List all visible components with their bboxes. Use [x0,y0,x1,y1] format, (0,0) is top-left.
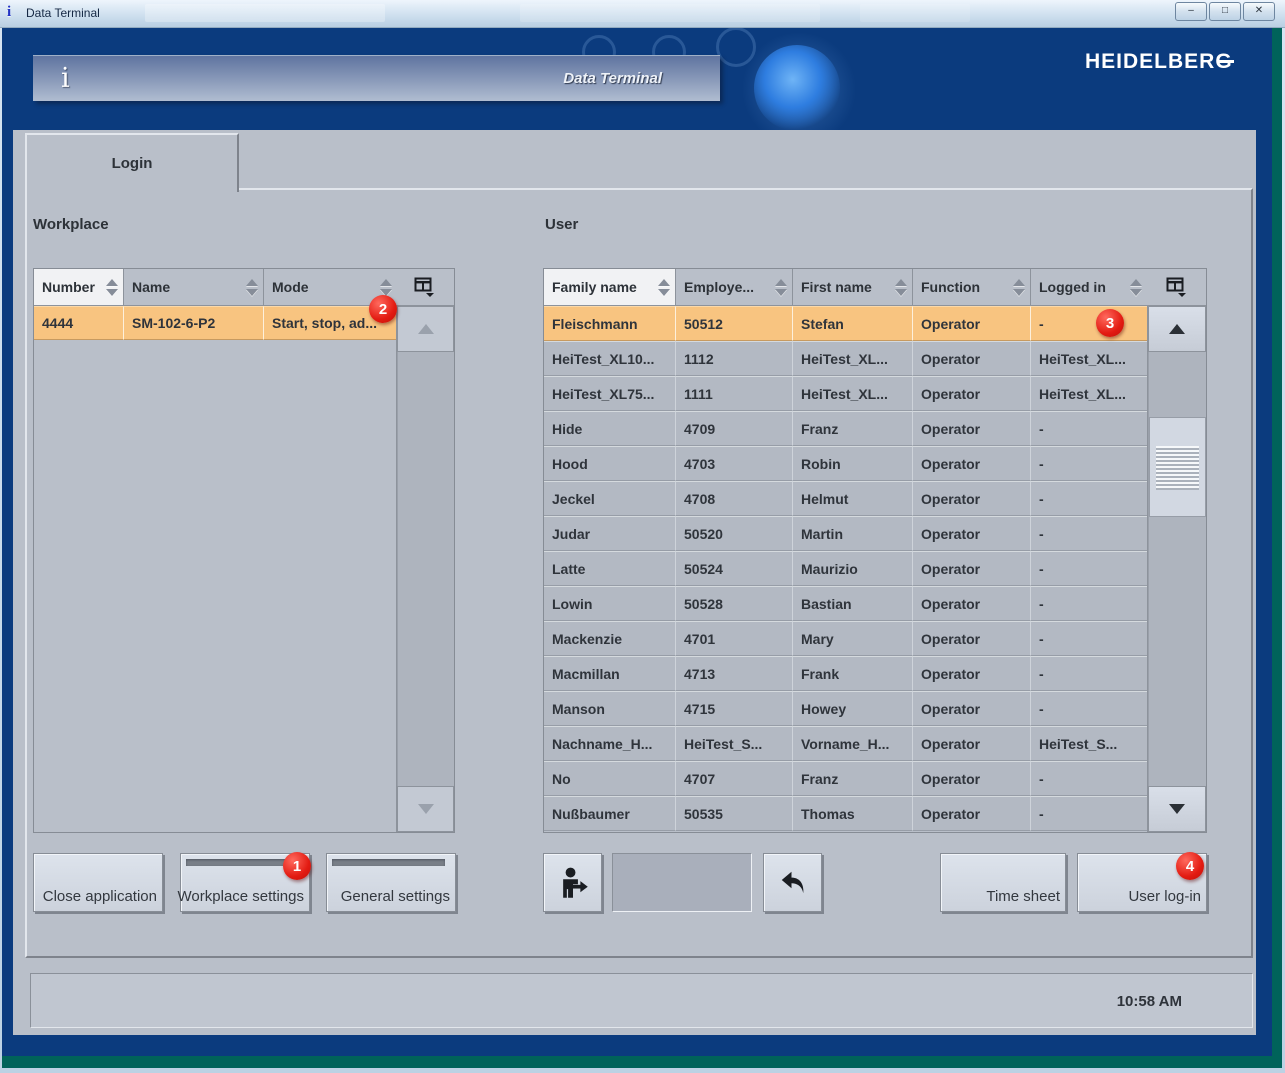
sort-icon [658,279,670,296]
general-settings-button[interactable]: General settings [326,853,456,912]
minimize-button[interactable]: – [1175,2,1207,21]
user-row[interactable]: HeiTest_XL10... 1112 HeiTest_XL... Opera… [544,341,1148,376]
workplace-scroll-down-button[interactable] [397,786,454,832]
user-table-header: Family name Employe... First name Functi… [544,269,1148,306]
close-button[interactable]: ✕ [1243,2,1275,21]
time-sheet-button[interactable]: Time sheet [940,853,1066,912]
window-title: Data Terminal [26,6,100,20]
sort-icon [246,279,258,296]
user-column-header[interactable]: Function [913,269,1031,306]
column-chooser-icon [1166,277,1188,297]
sort-icon [1130,279,1142,296]
user-row[interactable]: Latte 50524 Maurizio Operator - [544,551,1148,586]
annotation-badge-3: 3 [1096,309,1124,337]
workplace-section-label: Workplace [33,216,109,233]
workplace-table: Number Name Mode [33,268,455,833]
user-row[interactable]: No 4707 Franz Operator - [544,761,1148,796]
decor-ring [716,27,756,67]
user-row[interactable]: Manson 4715 Howey Operator - [544,691,1148,726]
annotation-badge-2: 2 [369,295,397,323]
user-scrollbar [1147,306,1206,832]
workplace-column-config-button[interactable] [396,269,454,306]
down-arrow-icon [1169,804,1185,814]
login-display-field [612,853,752,912]
info-icon: i [33,63,70,94]
column-chooser-icon [414,277,436,297]
app-banner-title: Data Terminal [563,70,720,87]
user-column-header[interactable]: Employe... [676,269,793,306]
user-row[interactable]: Hood 4703 Robin Operator - [544,446,1148,481]
button-stripe [332,859,445,866]
data-terminal-window: i Data Terminal – □ ✕ i Data Terminal HE… [0,0,1285,1073]
clock-time: 10:58 AM [1117,974,1182,1029]
user-row[interactable]: HeiTest_XL75... 1111 HeiTest_XL... Opera… [544,376,1148,411]
workplace-column-header[interactable]: Name [124,269,264,306]
user-row[interactable]: Jeckel 4708 Helmut Operator - [544,481,1148,516]
titlebar-reflection [145,4,385,22]
workplace-scrollbar [396,306,454,832]
workplace-table-body: 4444 SM-102-6-P2 Start, stop, ad... [34,306,398,340]
user-table: Family name Employe... First name Functi… [543,268,1207,833]
user-row[interactable]: Fleischmann 50512 Stefan Operator - [544,306,1148,341]
undo-button[interactable] [763,853,822,912]
logo-dash [1219,60,1234,63]
user-section-label: User [545,216,578,233]
status-bar: 10:58 AM [30,973,1253,1028]
user-scroll-thumb[interactable] [1149,417,1206,517]
user-logout-button[interactable] [543,853,602,912]
titlebar: i Data Terminal [0,0,1285,28]
up-arrow-icon [1169,324,1185,334]
sort-icon [895,279,907,296]
scroll-thumb-grip [1156,446,1199,490]
sort-icon [106,279,118,296]
user-row[interactable]: Hide 4709 Franz Operator - [544,411,1148,446]
user-row[interactable]: Nachname_H... HeiTest_S... Vorname_H... … [544,726,1148,761]
user-row[interactable]: Mackenzie 4701 Mary Operator - [544,621,1148,656]
sort-icon [775,279,787,296]
user-column-header[interactable]: Family name [544,269,676,306]
workplace-table-header: Number Name Mode [34,269,398,306]
heidelberg-h-icon: i [7,4,11,21]
maximize-button[interactable]: □ [1209,2,1241,21]
decor-glow [754,45,840,131]
sort-icon [1013,279,1025,296]
user-logout-icon [558,867,588,899]
annotation-badge-1: 1 [283,852,311,880]
user-table-body: Fleischmann 50512 Stefan Operator - HeiT… [544,306,1148,831]
user-column-header[interactable]: Logged in [1031,269,1148,306]
app-banner: i Data Terminal [33,55,720,101]
sort-icon [380,279,392,296]
workplace-column-header[interactable]: Number [34,269,124,306]
close-application-button[interactable]: Close application [33,853,163,912]
user-row[interactable]: Lowin 50528 Bastian Operator - [544,586,1148,621]
annotation-badge-4: 4 [1176,852,1204,880]
tab-login[interactable]: Login [25,133,239,192]
undo-arrow-icon [778,868,808,898]
tab-login-label: Login [112,155,153,172]
user-row[interactable]: Macmillan 4713 Frank Operator - [544,656,1148,691]
titlebar-reflection [860,4,970,22]
workplace-scroll-track[interactable] [397,352,454,786]
user-scroll-track[interactable] [1148,352,1206,786]
user-scroll-up-button[interactable] [1148,306,1206,352]
workplace-row[interactable]: 4444 SM-102-6-P2 Start, stop, ad... [34,306,398,340]
user-row[interactable]: Nußbaumer 50535 Thomas Operator - [544,796,1148,831]
down-arrow-icon [418,804,434,814]
titlebar-reflection [520,4,820,22]
user-column-header[interactable]: First name [793,269,913,306]
user-column-config-button[interactable] [1147,269,1206,306]
user-scroll-down-button[interactable] [1148,786,1206,832]
workplace-scroll-up-button[interactable] [397,306,454,352]
window-controls: – □ ✕ [1175,2,1275,21]
user-row[interactable]: Judar 50520 Martin Operator - [544,516,1148,551]
up-arrow-icon [418,324,434,334]
heidelberg-logo: HEIDELBERG [1085,50,1234,74]
